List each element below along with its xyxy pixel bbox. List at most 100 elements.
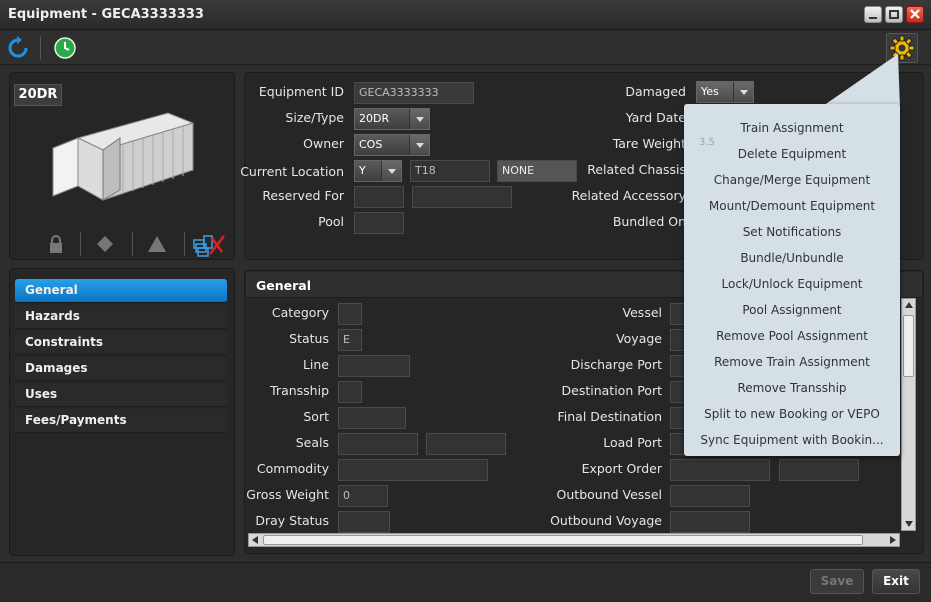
scroll-left-arrow-icon[interactable] [252,536,258,544]
damaged-select[interactable]: Yes [696,81,754,103]
size-type-value: 20DR [359,112,390,125]
menu-item-bundle-unbundle[interactable]: Bundle/Unbundle [684,245,900,271]
vessel-label: Vessel [622,305,662,320]
title-bar: Equipment - GECA3333333 [0,0,931,30]
scroll-right-arrow-icon[interactable] [890,536,896,544]
sort-field[interactable] [338,407,406,429]
menu-item-remove-transship[interactable]: Remove Transship [684,375,900,401]
diamond-button[interactable] [95,234,115,254]
actions-menu: Train Assignment Delete Equipment Change… [684,104,900,456]
close-icon [910,9,920,19]
final-destination-label: Final Destination [557,409,662,424]
menu-item-sync-equipment[interactable]: Sync Equipment with Bookin... [684,427,900,453]
owner-select[interactable]: COS [354,134,430,156]
general-header: General [256,278,311,293]
diamond-icon [97,236,113,252]
seals-field-1[interactable] [338,433,418,455]
category-field[interactable] [338,303,362,325]
maximize-button[interactable] [885,6,903,23]
history-button[interactable] [53,36,77,60]
status-label: Status [289,331,329,346]
yard-date-label: Yard Date [625,110,686,125]
scroll-down-arrow-icon[interactable] [905,521,913,527]
owner-value: COS [359,138,383,151]
pool-field[interactable] [354,212,404,234]
triangle-icon [148,236,166,252]
vertical-scrollbar[interactable] [901,298,916,531]
window-title: Equipment - GECA3333333 [8,7,204,22]
menu-item-change-merge-equipment[interactable]: Change/Merge Equipment [684,167,900,193]
gross-weight-label: Gross Weight [246,487,329,502]
toolbar-separator [40,36,41,60]
menu-item-lock-unlock-equipment[interactable]: Lock/Unlock Equipment [684,271,900,297]
location-extra-field[interactable]: NONE [497,160,577,182]
nav-item-general[interactable]: General [15,279,227,303]
gross-weight-field[interactable]: 0 [338,485,388,507]
menu-item-delete-equipment[interactable]: Delete Equipment [684,141,900,167]
nav-item-fees-payments[interactable]: Fees/Payments [15,409,227,433]
outbound-voyage-label: Outbound Voyage [550,513,662,528]
stack-icon [193,235,225,257]
category-label: Category [271,305,329,320]
nav-item-hazards[interactable]: Hazards [15,305,227,329]
commodity-label: Commodity [256,461,329,476]
save-button[interactable]: Save [810,569,864,594]
tare-weight-field[interactable]: 3.5 [699,137,715,148]
menu-item-train-assignment[interactable]: Train Assignment [684,115,900,141]
scroll-thumb[interactable] [903,315,914,377]
line-label: Line [302,357,329,372]
nav-item-damages[interactable]: Damages [15,357,227,381]
chevron-down-icon [409,135,429,155]
line-field[interactable] [338,355,410,377]
menu-item-remove-train-assignment[interactable]: Remove Train Assignment [684,349,900,375]
tare-weight-label: Tare Weight [612,136,686,151]
nav-item-uses[interactable]: Uses [15,383,227,407]
location-type-select[interactable]: Y [354,160,402,182]
container-image [52,112,195,201]
triangle-button[interactable] [147,234,167,254]
status-field[interactable]: E [338,329,362,351]
export-order-field-1[interactable] [670,459,770,481]
minimize-button[interactable] [864,6,882,23]
minimize-icon [869,17,877,19]
lock-icon [50,235,62,253]
seals-field-2[interactable] [426,433,506,455]
exit-button[interactable]: Exit [872,569,920,594]
equipment-id-field[interactable]: GECA3333333 [354,82,474,104]
menu-item-split-booking[interactable]: Split to new Booking or VEPO [684,401,900,427]
horizontal-scrollbar[interactable] [248,533,900,547]
nav-item-constraints[interactable]: Constraints [15,331,227,355]
reserved-for-field[interactable] [354,186,404,208]
related-accessory-label: Related Accessory [571,188,686,203]
dray-status-field[interactable] [338,511,390,533]
reserved-for-detail-field[interactable] [412,186,512,208]
icon-separator [184,232,185,256]
toolbar [0,31,931,65]
load-port-label: Load Port [603,435,662,450]
menu-item-remove-pool-assignment[interactable]: Remove Pool Assignment [684,323,900,349]
lock-button[interactable] [46,234,66,254]
maximize-icon [889,10,899,19]
scroll-thumb-horizontal[interactable] [263,535,863,545]
transship-field[interactable] [338,381,362,403]
pool-label: Pool [318,214,344,229]
menu-item-set-notifications[interactable]: Set Notifications [684,219,900,245]
scroll-up-arrow-icon[interactable] [905,302,913,308]
menu-item-pool-assignment[interactable]: Pool Assignment [684,297,900,323]
bundled-on-label: Bundled On [612,214,686,229]
menu-item-mount-demount-equipment[interactable]: Mount/Demount Equipment [684,193,900,219]
export-order-label: Export Order [581,461,662,476]
size-type-select[interactable]: 20DR [354,108,430,130]
stack-button[interactable] [192,230,226,258]
related-chassis-label: Related Chassis [587,162,686,177]
damaged-value: Yes [701,85,719,98]
commodity-field[interactable] [338,459,488,481]
refresh-button[interactable] [6,36,30,60]
reserved-for-label: Reserved For [262,188,344,203]
location-slot-field[interactable]: T18 [410,160,490,182]
export-order-field-2[interactable] [779,459,859,481]
outbound-vessel-field[interactable] [670,485,750,507]
outbound-voyage-field[interactable] [670,511,750,533]
size-type-label: Size/Type [285,110,344,125]
close-button[interactable] [906,6,924,23]
